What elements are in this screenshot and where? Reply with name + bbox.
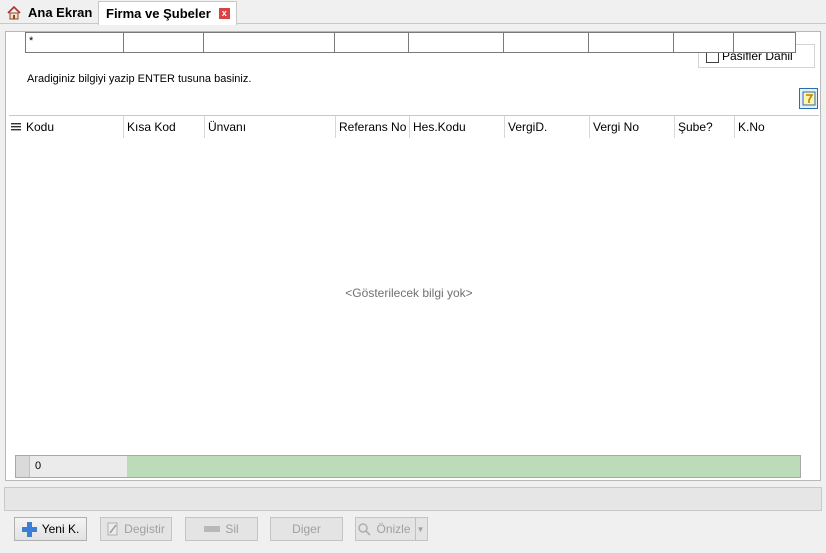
tab-bar: Ana Ekran Firma ve Şubeler x <box>0 0 826 25</box>
other-button[interactable]: Diger <box>270 517 343 541</box>
tab-label: Firma ve Şubeler <box>106 6 211 21</box>
main-panel: Pasifler Dahil Aradiginiz bilgiyi yazip … <box>5 31 821 481</box>
button-label: Sil <box>225 522 239 536</box>
magnifier-icon <box>358 523 372 536</box>
column-header-hes-kodu[interactable]: Hes.Kodu <box>409 116 504 138</box>
column-chooser-icon[interactable] <box>9 116 23 138</box>
button-label: Önizle <box>376 522 411 536</box>
new-record-button[interactable]: Yeni K. <box>14 517 87 541</box>
edit-button[interactable]: Degistir <box>100 517 172 541</box>
preview-button[interactable]: Önizle ▼ <box>355 517 428 541</box>
grid-header: Kodu Kısa Kod Ünvanı Referans No Hes.Kod… <box>9 116 819 138</box>
filter-input-kisa-kod[interactable] <box>123 32 204 53</box>
filter-input-k-no[interactable] <box>733 32 796 53</box>
minus-icon <box>204 526 221 532</box>
footer-summary-bar <box>127 456 800 477</box>
pencil-icon <box>107 522 118 536</box>
footer-indicator <box>16 456 30 477</box>
column-header-k-no[interactable]: K.No <box>734 116 796 138</box>
filter-input-vergid[interactable] <box>503 32 589 53</box>
button-label: Diger <box>292 522 321 536</box>
filter-input-unvani[interactable] <box>203 32 335 53</box>
filter-input-kodu[interactable]: * <box>25 32 124 53</box>
data-grid[interactable]: Kodu Kısa Kod Ünvanı Referans No Hes.Kod… <box>9 115 819 454</box>
filter-input-referans-no[interactable] <box>334 32 409 53</box>
close-tab-icon[interactable]: x <box>218 8 230 19</box>
grid-footer: 0 <box>15 455 801 478</box>
column-header-kodu[interactable]: Kodu <box>23 116 123 138</box>
tab-ana-ekran[interactable]: Ana Ekran <box>2 1 98 24</box>
status-strip <box>4 487 822 511</box>
tab-firma-ve-subeler[interactable]: Firma ve Şubeler x <box>98 1 237 25</box>
column-header-referans-no[interactable]: Referans No <box>335 116 409 138</box>
delete-button[interactable]: Sil <box>185 517 258 541</box>
column-header-kisa-kod[interactable]: Kısa Kod <box>123 116 204 138</box>
empty-grid-message: <Gösterilecek bilgi yok> <box>345 286 473 300</box>
window: Ana Ekran Firma ve Şubeler x Pasifler Da… <box>0 0 826 553</box>
button-label: Yeni K. <box>41 522 80 536</box>
chevron-down-icon[interactable]: ▼ <box>414 518 426 540</box>
column-header-unvani[interactable]: Ünvanı <box>204 116 335 138</box>
filter-input-vergi-no[interactable] <box>588 32 674 53</box>
button-bar: Yeni K. Degistir Sil Diger Önizle ▼ <box>0 512 826 553</box>
plus-icon <box>21 521 37 537</box>
column-header-vergi-no[interactable]: Vergi No <box>589 116 674 138</box>
search-hint: Aradiginiz bilgiyi yazip ENTER tusuna ba… <box>27 73 252 85</box>
tab-label: Ana Ekran <box>28 5 93 20</box>
record-count: 0 <box>30 456 127 477</box>
filter-input-sube[interactable] <box>673 32 734 53</box>
filter-input-hes-kodu[interactable] <box>408 32 504 53</box>
column-header-vergid[interactable]: VergiD. <box>504 116 589 138</box>
filter-icon <box>802 91 815 106</box>
home-icon <box>6 5 22 21</box>
filter-clear-button[interactable] <box>799 88 818 109</box>
column-header-sube[interactable]: Şube? <box>674 116 734 138</box>
button-label: Degistir <box>124 522 165 536</box>
